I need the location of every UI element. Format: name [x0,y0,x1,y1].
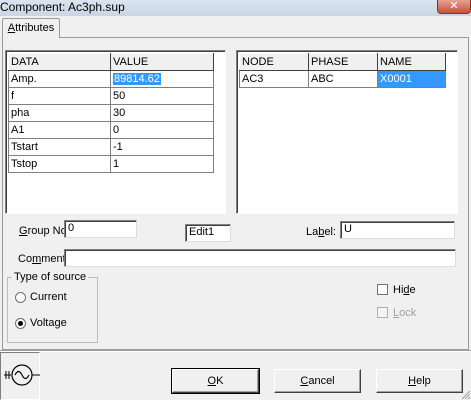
column-header-data[interactable]: DATA [8,53,111,71]
hide-checkbox-label[interactable]: Hide [393,283,416,297]
phase-cell[interactable]: ABC [308,70,378,88]
group-no-label: Group No: [19,224,70,238]
data-table: DATA VALUE Amp. 89814.62 f 50 pha 30 A1 … [8,53,214,173]
column-header-name[interactable]: NAME [377,53,446,71]
table-row[interactable]: f 50 [8,87,214,105]
label-text-post: el: [324,226,336,238]
window-title: Component: Ac3ph.sup [0,0,125,14]
radio-voltage-label[interactable]: Voltage [30,316,67,330]
ok-mnemonic: O [207,375,217,387]
type-of-source-group [7,277,98,343]
param-name: Amp. [8,70,111,88]
table-row[interactable]: AC3 ABC X0001 [239,70,446,88]
hide-text-pre: Hi [393,284,404,296]
ok-label: K [216,375,224,387]
hide-checkbox[interactable] [377,284,388,295]
node-table: NODE PHASE NAME AC3 ABC X0001 [239,53,446,88]
name-cell[interactable]: X0001 [377,70,446,88]
param-value[interactable]: 1 [110,155,214,173]
param-value[interactable]: 0 [110,121,214,139]
param-name: Tstop [8,155,111,173]
ok-button[interactable]: OK [171,368,260,394]
close-button[interactable]: ✕ [437,0,471,14]
cancel-button[interactable]: Cancel [274,369,361,393]
table-row[interactable]: A1 0 [8,121,214,139]
table-row[interactable]: Tstart -1 [8,138,214,156]
cancel-label: ancel [308,375,335,387]
comment-mnemonic: m [32,253,42,265]
help-label: elp [416,375,431,387]
lock-checkbox-label[interactable]: Lock [393,306,416,320]
hide-text-post: e [409,284,416,296]
radio-current[interactable] [15,292,26,303]
symbol-preview [0,352,40,400]
param-name: pha [8,104,111,122]
lock-text-post: ock [399,307,417,319]
tab-attributes[interactable]: Attributes [2,18,60,38]
node-grid[interactable]: NODE PHASE NAME AC3 ABC X0001 [236,50,458,214]
table-row[interactable]: Tstop 1 [8,155,214,173]
separator [0,350,471,352]
data-grid[interactable]: DATA VALUE Amp. 89814.62 f 50 pha 30 A1 … [5,50,226,214]
close-icon: ✕ [449,0,459,12]
title-bar[interactable]: Component: Ac3ph.sup ✕ [0,0,471,16]
help-mnemonic: H [408,375,417,387]
param-value[interactable]: 89814.62 [113,73,161,85]
node-cell[interactable]: AC3 [239,70,309,88]
resize-grip-icon[interactable] [460,389,471,400]
param-value[interactable]: -1 [110,138,214,156]
radio-current-label[interactable]: Current [30,290,67,304]
ac-source-symbol-icon [4,364,40,386]
param-value[interactable]: 50 [110,87,214,105]
radio-voltage[interactable] [15,318,26,329]
table-row[interactable]: pha 30 [8,104,214,122]
param-name: f [8,87,111,105]
comment-text-pre: Co [18,253,33,265]
tab-mnemonic: A [7,22,16,34]
comment-label: Comment: [18,252,69,266]
tab-label: ttributes [15,22,55,34]
param-value[interactable]: 30 [110,104,214,122]
param-name: Tstart [8,138,111,156]
column-header-value[interactable]: VALUE [110,53,214,71]
param-name: A1 [8,121,111,139]
edit1-input[interactable]: Edit1 [185,224,231,242]
group-no-mnemonic: G [19,225,28,237]
param-value-cell[interactable]: 89814.62 [110,70,214,88]
column-header-phase[interactable]: PHASE [308,53,378,71]
lock-checkbox[interactable] [377,307,388,318]
label-text-pre: La [306,226,319,238]
label-field-label: Label: [306,225,336,239]
column-header-node[interactable]: NODE [239,53,309,71]
help-button[interactable]: Help [376,369,463,393]
label-input[interactable]: U [340,221,455,239]
type-of-source-legend: Type of source [12,270,89,284]
table-row[interactable]: Amp. 89814.62 [8,70,214,88]
group-no-input[interactable]: 0 [64,220,137,238]
comment-input[interactable] [64,249,456,267]
